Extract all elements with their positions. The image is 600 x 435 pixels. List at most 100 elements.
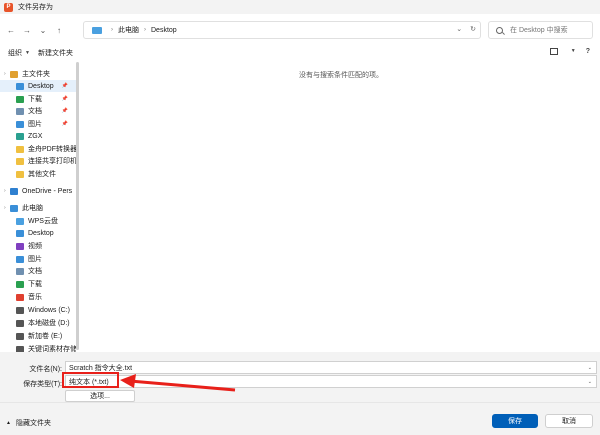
help-icon[interactable]: ? [586,48,590,55]
up-arrow-icon[interactable]: ↑ [52,26,66,35]
sidebar-item[interactable]: 下载 📌 [0,93,76,105]
organize-label: 组织 [8,50,22,57]
breadcrumb-this-pc[interactable]: 此电脑 [118,25,139,35]
sidebar-item[interactable]: 下载 [0,278,76,290]
sidebar-item-label: Desktop [28,229,54,237]
pictures-icon [16,120,24,128]
address-dropdown-chevron-icon[interactable]: ⌄ [456,25,462,33]
download-icon [16,95,24,103]
sidebar-item[interactable]: › 此电脑 [0,202,76,214]
address-bar[interactable]: › 此电脑 › Desktop ⌄ ↻ [83,21,481,39]
sidebar-item-label: 此电脑 [22,205,43,212]
sidebar-item[interactable]: 图片 [0,253,76,265]
sidebar-item-label: 主文件夹 [22,71,50,78]
sidebar-item[interactable]: Desktop 📌 [0,80,76,92]
sidebar-item[interactable]: 金舟PDF转换器 [0,143,76,155]
sidebar-item[interactable]: 连接共享打印机 [0,155,76,167]
pin-icon: 📌 [61,83,68,89]
chevron-down-icon: ▼ [25,50,30,56]
drive-icon [16,319,24,327]
view-chevron-down-icon[interactable]: ▼ [571,48,576,55]
sidebar-item[interactable]: Windows (C:) [0,304,76,316]
download-icon [16,280,24,288]
filename-chevron-down-icon[interactable]: ⌄ [588,365,592,371]
pc-icon [92,26,102,34]
navigation-bar: ← → ⌄ ↑ › 此电脑 › Desktop ⌄ ↻ 在 Desktop 中搜… [0,18,600,42]
command-toolbar: 组织 ▼ 新建文件夹 ▼ ? [0,45,600,61]
hide-folders-toggle[interactable]: ▲ 隐藏文件夹 [6,418,51,428]
sidebar-item-label: 新加卷 (E:) [28,333,63,340]
sidebar-item-label: 下载 [28,96,42,103]
document-icon [16,107,24,115]
title-bar: P 文件另存为 [0,0,600,14]
desktop-icon [16,82,24,90]
sidebar-item[interactable]: › OneDrive - Pers [0,185,76,197]
sidebar-item-label: 下载 [28,281,42,288]
sidebar-item-label: OneDrive - Pers [22,187,73,195]
chevron-right-icon: › [144,27,146,33]
filetype-chevron-down-icon[interactable]: ⌄ [588,379,592,385]
app-icon: P [4,2,13,12]
annotation-highlight-box [62,372,119,388]
sidebar-item-label: 本地磁盘 (D:) [28,320,70,327]
view-options-icon[interactable] [549,48,558,55]
navigation-pane: › 主文件夹 Desktop 📌 下载 📌 文档 📌 图片 📌 ZGX 金舟PDF转换器 连接共享打印机… [0,62,78,353]
sidebar-item-label: 金舟PDF转换器 [28,146,76,153]
sidebar-item[interactable]: Desktop [0,227,76,239]
sidebar-item-label: 音乐 [28,294,42,301]
sidebar-item[interactable]: › 主文件夹 [0,68,76,80]
folder-icon [16,132,24,140]
sidebar-scrollbar[interactable] [76,62,79,350]
sidebar-item-label: 视频 [28,243,42,250]
sidebar-item[interactable]: 本地磁盘 (D:) [0,317,76,329]
video-icon [16,242,24,250]
recent-locations-chevron-icon[interactable]: ⌄ [36,26,50,35]
sidebar-item[interactable]: 音乐 [0,291,76,303]
sidebar-item[interactable]: 新加卷 (E:) [0,330,76,342]
forward-arrow-icon[interactable]: → [20,26,34,35]
sidebar-item[interactable]: 文档 [0,265,76,277]
pin-icon: 📌 [61,96,68,102]
new-folder-button[interactable]: 新建文件夹 [38,48,73,58]
breadcrumb-desktop[interactable]: Desktop [151,27,177,34]
search-placeholder: 在 Desktop 中搜索 [510,27,568,34]
new-folder-label: 新建文件夹 [37,50,73,57]
filename-label: 文件名(N): [29,366,62,373]
dialog-footer: ▲ 隐藏文件夹 保存 取消 [0,402,600,435]
sidebar-item[interactable]: ZGX [0,130,76,142]
sidebar-item-label: 其他文件 [28,171,56,178]
sidebar-item[interactable]: 图片 📌 [0,118,76,130]
back-arrow-icon[interactable]: ← [4,26,18,35]
folder-icon [16,170,24,178]
drive-icon [16,306,24,314]
pin-icon: 📌 [61,121,68,127]
sidebar-item[interactable]: 视频 [0,240,76,252]
chevron-right-icon: › [111,27,113,33]
document-icon [16,267,24,275]
sidebar-item-label: Windows (C:) [28,306,71,314]
drive-icon [16,332,24,340]
filetype-label: 保存类型(T): [23,381,62,388]
save-button[interactable]: 保存 [492,414,538,428]
search-box[interactable]: 在 Desktop 中搜索 [488,21,593,39]
cancel-button[interactable]: 取消 [545,414,593,428]
organize-menu-button[interactable]: 组织 ▼ [8,48,30,58]
home-icon [10,70,18,78]
empty-results-message: 没有与搜索条件匹配的项。 [299,72,383,79]
sidebar-item-label: 图片 [28,256,42,263]
pin-icon: 📌 [61,108,68,114]
cloud-icon [16,217,24,225]
sidebar-item[interactable]: 其他文件 [0,168,76,180]
search-icon [496,26,503,34]
music-icon [16,293,24,301]
sidebar-item-label: 文档 [28,108,42,115]
sidebar-item-label: 文档 [28,268,42,275]
sidebar-item-label: WPS云盘 [28,218,58,225]
sidebar-item[interactable]: WPS云盘 [0,215,76,227]
file-list-pane[interactable]: 没有与搜索条件匹配的项。 [82,62,600,350]
window-title: 文件另存为 [18,4,53,11]
pictures-icon [16,255,24,263]
sidebar-item[interactable]: 文档 📌 [0,105,76,117]
hide-folders-label: 隐藏文件夹 [15,420,51,427]
refresh-icon[interactable]: ↻ [470,25,476,33]
